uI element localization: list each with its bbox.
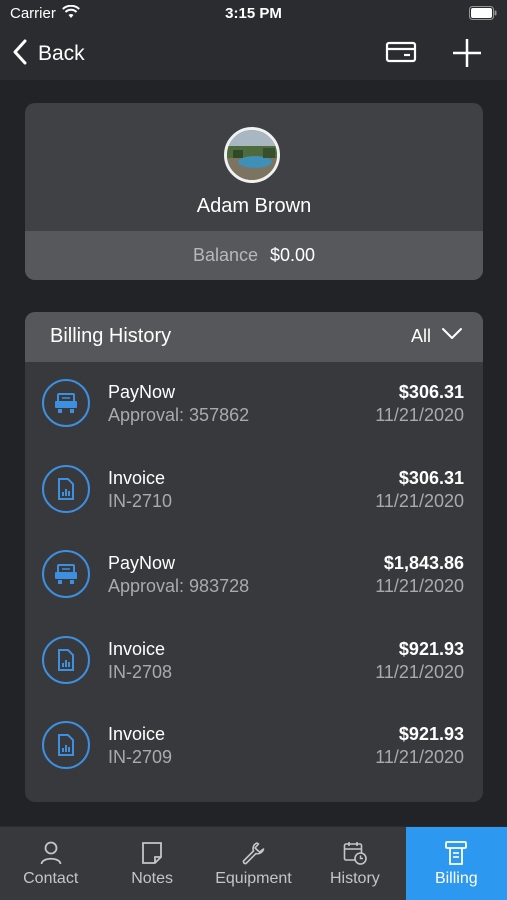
plus-icon xyxy=(451,39,483,73)
transaction-subtitle: IN-2709 xyxy=(108,747,173,767)
transaction-date: 11/21/2020 xyxy=(375,661,464,682)
transaction-amount: $921.93 xyxy=(398,638,464,659)
billing-row[interactable]: PayNow Approval: 983728 $1,843.86 11/21/… xyxy=(25,533,483,619)
calendar-clock-icon xyxy=(304,841,405,865)
wrench-icon xyxy=(203,841,304,865)
tab-billing[interactable]: Billing xyxy=(405,827,507,900)
paynow-icon xyxy=(42,550,90,598)
back-label: Back xyxy=(38,42,85,65)
balance-label: Balance xyxy=(192,245,258,265)
transaction-subtitle: IN-2710 xyxy=(108,490,173,511)
battery-icon xyxy=(469,6,497,25)
transaction-title: Invoice xyxy=(108,638,166,659)
tab-label: History xyxy=(329,870,380,887)
tab-label: Equipment xyxy=(215,870,292,887)
tab-equipment[interactable]: Equipment xyxy=(203,827,304,900)
transaction-title: PayNow xyxy=(108,553,176,573)
chevron-left-icon xyxy=(12,39,28,70)
billing-row[interactable]: Invoice IN-2710 $306.31 11/21/2020 xyxy=(25,448,483,534)
avatar xyxy=(224,127,280,183)
tab-notes[interactable]: Notes xyxy=(101,827,202,900)
credit-card-icon xyxy=(385,41,417,68)
transaction-amount: $921.93 xyxy=(398,724,464,744)
filter-label: All xyxy=(410,326,431,346)
invoice-icon xyxy=(42,721,90,769)
content-area: Adam Brown Balance $0.00 Billing History… xyxy=(0,80,507,826)
transaction-title: Invoice xyxy=(108,467,166,488)
billing-row[interactable]: Invoice IN-2709 $921.93 11/21/2020 xyxy=(25,704,483,790)
transaction-date: 11/21/2020 xyxy=(375,576,464,596)
tab-contact[interactable]: Contact xyxy=(0,827,101,900)
tab-label: Contact xyxy=(23,870,79,887)
transaction-amount: $306.31 xyxy=(398,467,464,488)
transaction-subtitle: IN-2708 xyxy=(108,661,173,682)
balance-value: $0.00 xyxy=(270,245,316,265)
paynow-icon xyxy=(42,379,90,427)
navigation-bar: Back xyxy=(0,28,507,80)
billing-history-header: Billing History All xyxy=(25,312,483,362)
transaction-amount: $306.31 xyxy=(398,382,464,402)
tab-history[interactable]: History xyxy=(304,827,405,900)
back-button[interactable]: Back xyxy=(12,37,85,71)
transaction-date: 11/21/2020 xyxy=(375,747,464,767)
billing-list: PayNow Approval: 357862 $306.31 11/21/20… xyxy=(25,362,483,790)
billing-history-card: Billing History All PayNow Approval: 357… xyxy=(25,312,483,802)
transaction-date: 11/21/2020 xyxy=(375,490,464,511)
invoice-icon xyxy=(42,464,90,513)
person-icon xyxy=(0,841,101,865)
tab-bar: Contact Notes Equipment History Billing xyxy=(0,826,507,900)
note-icon xyxy=(101,841,202,865)
transaction-title: Invoice xyxy=(108,724,166,744)
billing-row[interactable]: PayNow Approval: 357862 $306.31 11/21/20… xyxy=(25,362,483,448)
status-bar: Carrier 3:15 PM xyxy=(0,0,507,28)
billing-row[interactable]: Invoice IN-2708 $921.93 11/21/2020 xyxy=(25,619,483,705)
billing-history-title: Billing History xyxy=(50,325,172,347)
billing-filter-dropdown[interactable]: All xyxy=(411,326,463,347)
customer-card: Adam Brown Balance $0.00 xyxy=(25,103,483,280)
transaction-amount: $1,843.86 xyxy=(383,553,464,573)
customer-name: Adam Brown xyxy=(196,195,312,217)
billing-icon xyxy=(406,841,507,865)
transaction-subtitle: Approval: 357862 xyxy=(108,405,250,425)
balance-row: Balance $0.00 xyxy=(25,231,483,280)
clock: 3:15 PM xyxy=(225,5,282,22)
tab-label: Billing xyxy=(434,870,478,887)
tab-label: Notes xyxy=(131,870,173,887)
payment-card-button[interactable] xyxy=(385,40,417,69)
transaction-title: PayNow xyxy=(108,382,176,402)
transaction-subtitle: Approval: 983728 xyxy=(108,576,250,596)
transaction-date: 11/21/2020 xyxy=(375,405,464,425)
invoice-icon xyxy=(42,635,90,684)
chevron-down-icon xyxy=(441,327,463,346)
add-button[interactable] xyxy=(451,37,483,74)
